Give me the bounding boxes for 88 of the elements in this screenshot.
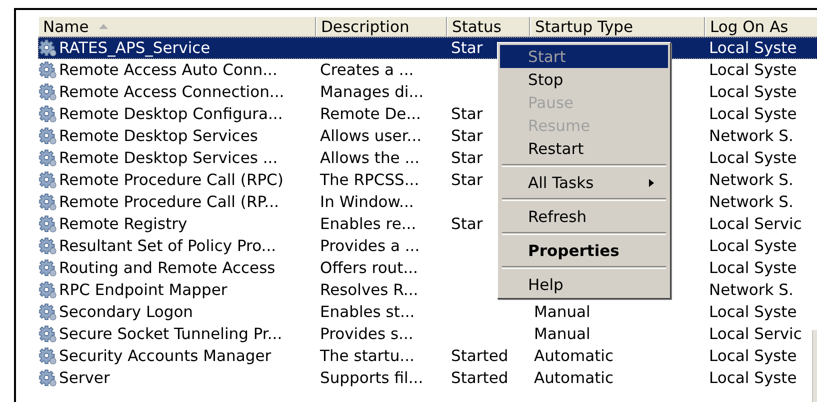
service-name: Secure Socket Tunneling Pr... (59, 325, 282, 343)
column-header[interactable]: Startup Type (530, 17, 705, 37)
log-on-as-cell: Local Servic (709, 325, 802, 343)
description-cell: The RPCSS... (320, 171, 420, 189)
gear-icon (39, 259, 57, 277)
log-on-as-cell: Network S. (709, 193, 794, 211)
startup-type-cell: Automatic (534, 369, 614, 387)
description-cell: Enables re... (320, 215, 416, 233)
gear-icon (39, 369, 57, 387)
gear-icon (39, 171, 57, 189)
service-name: RATES_APS_Service (59, 39, 210, 57)
log-on-as-cell: Local Syste (709, 347, 797, 365)
startup-type-cell: Automatic (534, 347, 614, 365)
gear-icon (39, 61, 57, 79)
gear-icon (39, 325, 57, 343)
service-name: Secondary Logon (59, 303, 194, 321)
status-cell: Star (451, 171, 483, 189)
gear-icon (39, 39, 57, 57)
gear-icon (39, 83, 57, 101)
service-name: Routing and Remote Access (59, 259, 276, 277)
gear-icon (39, 347, 57, 365)
gear-icon (39, 215, 57, 233)
service-name: Remote Desktop Configura... (59, 105, 283, 123)
service-name: Remote Procedure Call (RP... (59, 193, 279, 211)
status-cell: Star (451, 149, 483, 167)
log-on-as-cell: Local Syste (709, 303, 797, 321)
description-cell: Allows the ... (320, 149, 420, 167)
status-cell: Started (451, 369, 508, 387)
description-cell: Provides a ... (320, 237, 420, 255)
menu-item[interactable]: Help (500, 273, 668, 296)
description-cell: Remote De... (320, 105, 421, 123)
status-cell: Star (451, 105, 483, 123)
service-name: Remote Desktop Services ... (59, 149, 278, 167)
column-header[interactable]: Description (316, 17, 447, 37)
startup-type-cell: Manual (534, 325, 590, 343)
description-cell: Creates a ... (320, 61, 414, 79)
description-cell: Allows user... (320, 127, 422, 145)
status-cell: Star (451, 39, 483, 57)
log-on-as-cell: Local Syste (709, 369, 797, 387)
menu-item[interactable]: Stop (500, 68, 668, 91)
menu-item[interactable]: All Tasks (500, 171, 668, 194)
description-cell: Enables st... (320, 303, 415, 321)
status-cell: Started (451, 347, 508, 365)
service-name: Remote Registry (59, 215, 188, 233)
log-on-as-cell: Local Syste (709, 39, 797, 57)
log-on-as-cell: Network S. (709, 281, 794, 299)
service-name: Remote Procedure Call (RPC) (59, 171, 284, 189)
log-on-as-cell: Network S. (709, 171, 794, 189)
description-cell: Provides s... (320, 325, 414, 343)
description-cell: In Window... (320, 193, 414, 211)
log-on-as-cell: Local Syste (709, 83, 797, 101)
description-cell: Resolves R... (320, 281, 418, 299)
gear-icon (39, 127, 57, 145)
column-header[interactable]: Log On As (705, 17, 817, 37)
gear-icon (39, 105, 57, 123)
service-name: Remote Desktop Services (59, 127, 258, 145)
description-cell: Offers rout... (320, 259, 418, 277)
gear-icon (39, 193, 57, 211)
log-on-as-cell: Local Syste (709, 237, 797, 255)
column-header[interactable]: Name (38, 17, 316, 37)
log-on-as-cell: Local Syste (709, 259, 797, 277)
log-on-as-cell: Local Syste (709, 105, 797, 123)
description-cell: The startu... (320, 347, 414, 365)
log-on-as-cell: Local Syste (709, 149, 797, 167)
gear-icon (39, 237, 57, 255)
service-name: Resultant Set of Policy Pro... (59, 237, 276, 255)
service-name: RPC Endpoint Mapper (59, 281, 228, 299)
menu-item[interactable]: Restart (500, 137, 668, 160)
scrollbar[interactable] (812, 330, 817, 402)
log-on-as-cell: Local Syste (709, 61, 797, 79)
startup-type-cell: Manual (534, 303, 590, 321)
status-cell: Star (451, 215, 483, 233)
gear-icon (39, 281, 57, 299)
log-on-as-cell: Network S. (709, 127, 794, 145)
status-cell: Star (451, 127, 483, 145)
menu-item[interactable]: Properties (500, 239, 668, 262)
menu-item[interactable]: Refresh (500, 205, 668, 228)
service-name: Server (59, 369, 110, 387)
service-name: Remote Access Auto Conn... (59, 61, 278, 79)
description-cell: Manages di... (320, 83, 424, 101)
submenu-arrow-icon (649, 178, 654, 186)
service-name: Remote Access Connection... (59, 83, 284, 101)
description-cell: Supports fil... (320, 369, 424, 387)
gear-icon (39, 303, 57, 321)
gear-icon (39, 149, 57, 167)
log-on-as-cell: Local Servic (709, 215, 802, 233)
column-header[interactable]: Status (447, 17, 530, 37)
service-name: Security Accounts Manager (59, 347, 272, 365)
